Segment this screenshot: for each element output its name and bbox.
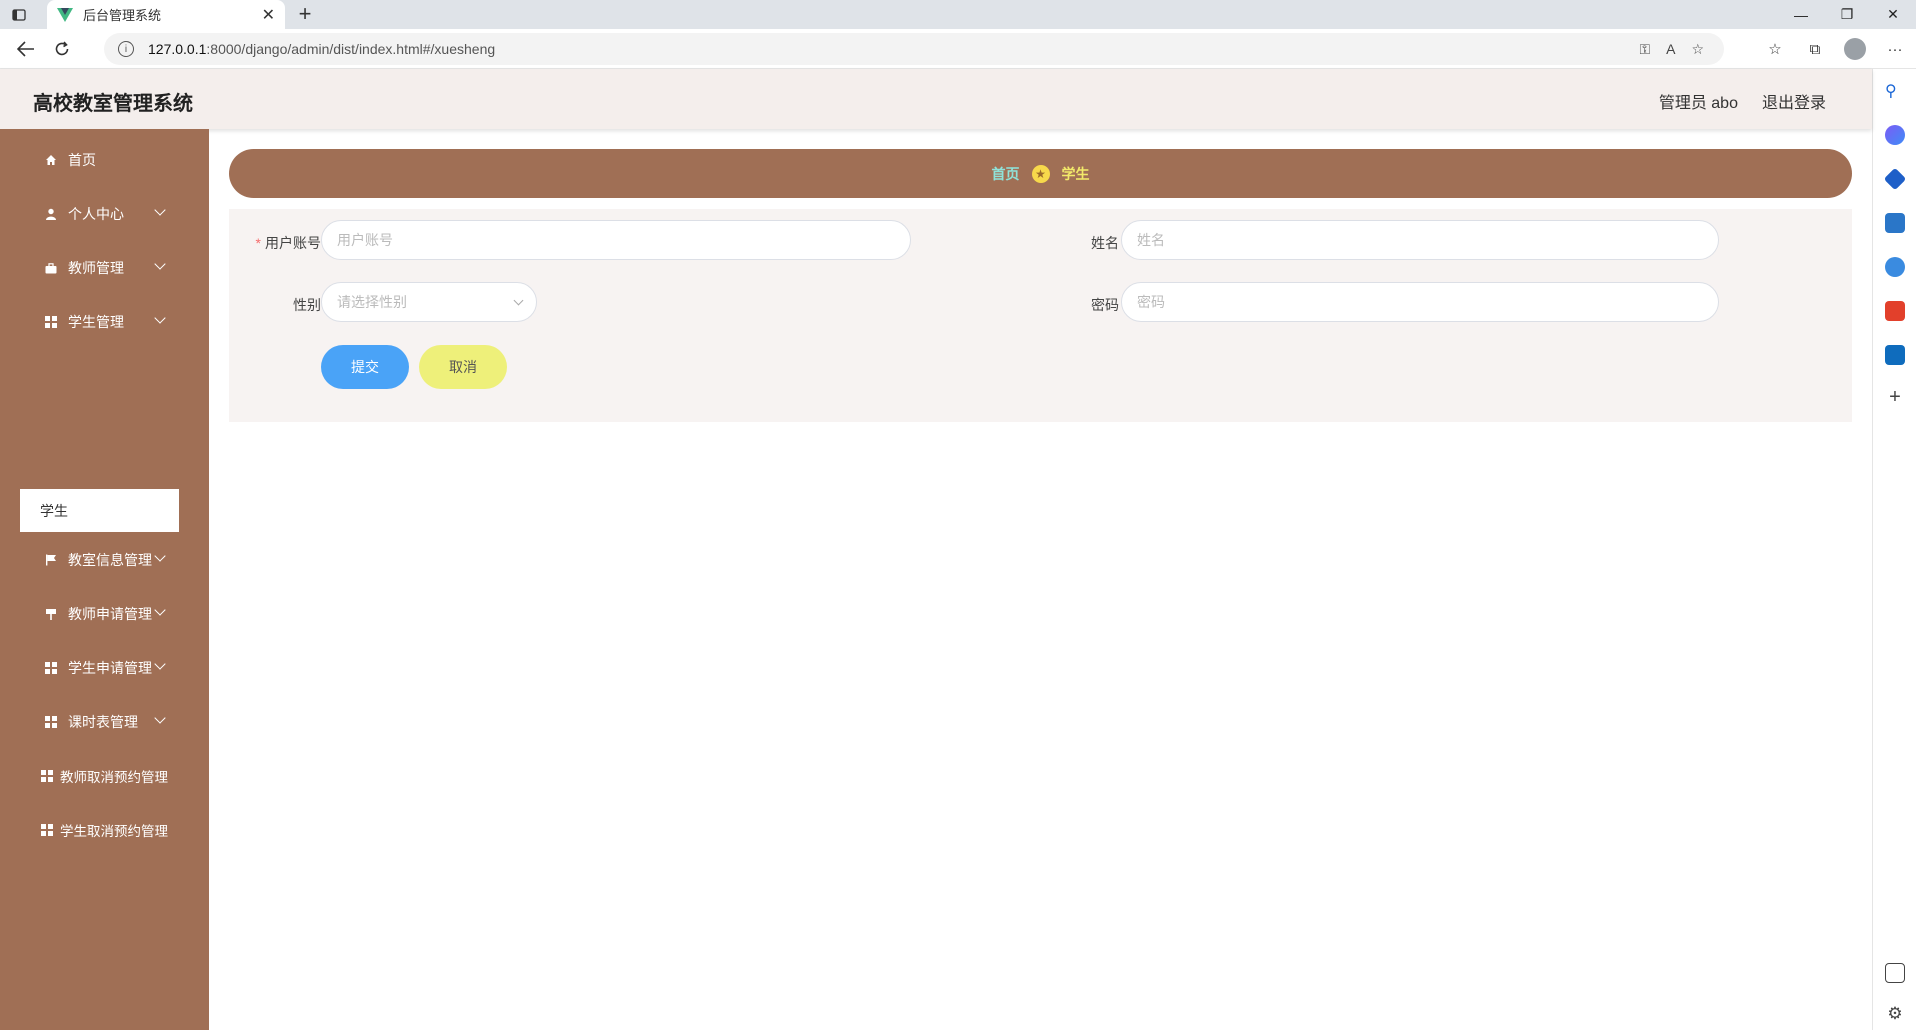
chevron-down-icon bbox=[154, 550, 166, 562]
refresh-button[interactable] bbox=[44, 33, 80, 65]
briefcase-icon bbox=[44, 261, 58, 275]
star-icon: ★ bbox=[1031, 164, 1050, 183]
tools-icon[interactable] bbox=[1885, 213, 1905, 233]
office-icon[interactable] bbox=[1885, 301, 1905, 321]
new-tab-button[interactable]: + bbox=[293, 3, 317, 27]
sidebar-item-timetable[interactable]: 课时表管理 bbox=[0, 702, 209, 742]
more-menu-icon[interactable]: ··· bbox=[1884, 38, 1906, 60]
sidebar-item-teacher-apply[interactable]: 教师申请管理 bbox=[0, 594, 209, 634]
sidebar-item-teacher-cancel[interactable]: 教师取消预约管理 bbox=[0, 756, 209, 796]
games-icon[interactable] bbox=[1885, 257, 1905, 277]
signpost-icon bbox=[44, 607, 58, 621]
home-icon bbox=[44, 153, 58, 167]
copilot-icon[interactable] bbox=[1885, 125, 1905, 145]
sidebar-item-home[interactable]: 首页 bbox=[0, 140, 209, 180]
username-label: * 用户账号 bbox=[255, 235, 321, 251]
add-sidebar-icon[interactable]: + bbox=[1885, 387, 1905, 407]
url-field[interactable]: i 127.0.0.1:8000/django/admin/dist/index… bbox=[104, 33, 1724, 65]
sidebar-item-student-apply[interactable]: 学生申请管理 bbox=[0, 648, 209, 688]
favorites-icon[interactable]: ☆ bbox=[1764, 38, 1786, 60]
settings-icon[interactable]: ⚙ bbox=[1885, 1004, 1905, 1024]
grid-icon bbox=[44, 661, 58, 675]
outlook-icon[interactable] bbox=[1885, 345, 1905, 365]
browser-tabstrip: 后台管理系统 ✕ + — ❐ ✕ bbox=[0, 0, 1916, 29]
url-text: 127.0.0.1:8000/django/admin/dist/index.h… bbox=[148, 41, 496, 57]
shopping-icon[interactable] bbox=[1883, 167, 1907, 191]
grid-icon bbox=[40, 823, 54, 837]
window-controls: — ❐ ✕ bbox=[1778, 0, 1916, 29]
key-icon[interactable]: ⚿ bbox=[1639, 41, 1650, 58]
name-label: 姓名 bbox=[1091, 235, 1119, 251]
profile-avatar[interactable] bbox=[1844, 38, 1866, 60]
breadcrumb-home[interactable]: 首页 bbox=[992, 164, 1020, 184]
sidebar-toggle-icon[interactable] bbox=[1885, 963, 1905, 983]
browser-toolbar: ☆ ⧉ ··· bbox=[1764, 33, 1906, 65]
vue-favicon-icon bbox=[57, 7, 73, 23]
sidebar-subitem-student[interactable]: 学生 bbox=[20, 489, 179, 532]
back-button[interactable] bbox=[8, 33, 44, 65]
chevron-down-icon bbox=[154, 312, 166, 324]
url-actions: ⚿ A ☆ bbox=[1639, 33, 1704, 65]
password-label: 密码 bbox=[1091, 297, 1119, 313]
restore-icon[interactable]: ❐ bbox=[1824, 0, 1870, 29]
current-user: 管理员 abo bbox=[1658, 95, 1738, 112]
tab-close-icon[interactable]: ✕ bbox=[262, 5, 275, 25]
flag-icon bbox=[44, 553, 58, 567]
submit-button[interactable]: 提交 bbox=[321, 345, 409, 389]
app-root: 高校教室管理系统 管理员 abo 退出登录 首页 个人中心 教师管理 学生管理 … bbox=[0, 69, 1872, 1030]
address-bar: i 127.0.0.1:8000/django/admin/dist/index… bbox=[0, 29, 1916, 69]
chevron-down-icon bbox=[154, 604, 166, 616]
gender-select[interactable] bbox=[321, 282, 537, 322]
chevron-down-icon bbox=[154, 204, 166, 216]
close-window-icon[interactable]: ✕ bbox=[1870, 0, 1916, 29]
tab-title: 后台管理系统 bbox=[83, 8, 162, 23]
sidebar: 首页 个人中心 教师管理 学生管理 学生 教室信息管理 教师申请管理 学生申请管… bbox=[0, 129, 209, 1030]
site-info-icon[interactable]: i bbox=[118, 41, 134, 57]
browser-tab[interactable]: 后台管理系统 ✕ bbox=[47, 0, 285, 29]
breadcrumb: 首页 ★ 学生 bbox=[229, 149, 1852, 198]
grid-icon bbox=[44, 315, 58, 329]
password-input[interactable] bbox=[1121, 282, 1719, 322]
app-header: 高校教室管理系统 管理员 abo 退出登录 bbox=[0, 69, 1872, 129]
cancel-button[interactable]: 取消 bbox=[419, 345, 507, 389]
sidebar-item-classrooms[interactable]: 教室信息管理 bbox=[0, 540, 209, 580]
read-aloud-icon[interactable]: A bbox=[1666, 41, 1675, 57]
chevron-down-icon bbox=[154, 658, 166, 670]
favorite-add-icon[interactable]: ☆ bbox=[1691, 41, 1704, 58]
grid-icon bbox=[44, 715, 58, 729]
sidebar-item-students[interactable]: 学生管理 bbox=[0, 302, 209, 342]
chevron-down-icon bbox=[154, 258, 166, 270]
name-input[interactable] bbox=[1121, 220, 1719, 260]
sidebar-item-student-cancel[interactable]: 学生取消预约管理 bbox=[0, 810, 209, 850]
edge-sidebar: ⚲ + ⚙ bbox=[1872, 69, 1916, 1030]
user-icon bbox=[44, 207, 58, 221]
logout-link[interactable]: 退出登录 bbox=[1762, 89, 1826, 113]
minimize-icon[interactable]: — bbox=[1778, 0, 1824, 29]
breadcrumb-current: 学生 bbox=[1061, 165, 1090, 182]
collections-icon[interactable]: ⧉ bbox=[1804, 38, 1826, 60]
gender-label: 性别 bbox=[293, 297, 321, 313]
student-form: *用户账号 姓名 性别 密码 提交 取消 bbox=[229, 209, 1852, 422]
sidebar-item-profile[interactable]: 个人中心 bbox=[0, 194, 209, 234]
sidebar-item-teachers[interactable]: 教师管理 bbox=[0, 248, 209, 288]
tab-actions-icon[interactable] bbox=[8, 5, 30, 25]
search-icon[interactable]: ⚲ bbox=[1885, 81, 1905, 101]
app-title: 高校教室管理系统 bbox=[33, 93, 193, 115]
chevron-down-icon bbox=[154, 712, 166, 724]
username-input[interactable] bbox=[321, 220, 911, 260]
grid-icon bbox=[40, 769, 54, 783]
